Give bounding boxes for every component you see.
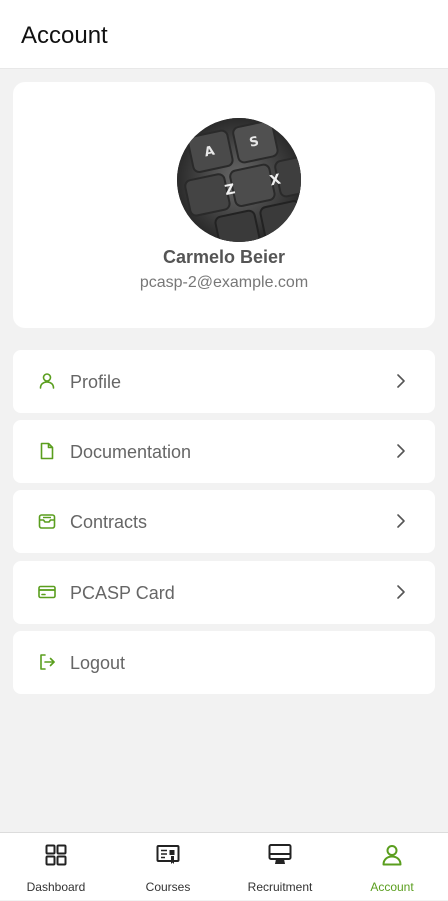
profile-card: A S Z X Carmelo Beier pcasp-2@example.co… <box>13 82 435 328</box>
nav-item-courses[interactable]: Courses <box>112 833 224 901</box>
page-title: Account <box>21 22 108 49</box>
nav-item-recruitment[interactable]: Recruitment <box>224 833 336 901</box>
menu-label: PCASP Card <box>70 583 175 603</box>
person-icon <box>39 373 55 389</box>
menu-item-pcasp-card[interactable]: PCASP Card <box>13 561 435 624</box>
chevron-right-icon <box>397 514 405 528</box>
credit-card-icon <box>38 585 56 599</box>
chevron-right-icon <box>397 374 405 388</box>
nav-label: Recruitment <box>247 880 313 894</box>
grid-icon <box>45 844 67 866</box>
menu-item-documentation[interactable]: Documentation <box>13 420 435 483</box>
user-name: Carmelo Beier <box>162 247 286 267</box>
menu-item-logout[interactable]: Logout <box>13 631 435 694</box>
user-email: pcasp-2@example.com <box>139 274 309 291</box>
avatar-image: A S Z X <box>177 118 301 242</box>
menu-label: Contracts <box>70 512 148 532</box>
avatar[interactable]: A S Z X <box>177 118 301 242</box>
app-header: Account <box>0 0 448 69</box>
menu-item-profile[interactable]: Profile <box>13 350 435 413</box>
menu-item-contracts[interactable]: Contracts <box>13 490 435 553</box>
person-icon <box>382 845 402 866</box>
nav-item-account[interactable]: Account <box>336 833 448 901</box>
archive-icon <box>38 514 56 529</box>
nav-label: Courses <box>145 880 191 894</box>
document-icon <box>40 442 54 460</box>
monitor-icon <box>268 844 292 864</box>
chevron-right-icon <box>397 585 405 599</box>
nav-label: Account <box>370 880 414 894</box>
courses-icon <box>156 845 180 864</box>
bottom-navigation: Dashboard Courses Recruitment Account <box>0 832 448 900</box>
menu-label: Profile <box>70 372 122 392</box>
nav-label: Dashboard <box>26 880 86 894</box>
logout-icon <box>40 654 55 670</box>
menu-label: Logout <box>70 653 126 673</box>
menu-label: Documentation <box>70 442 192 462</box>
chevron-right-icon <box>397 444 405 458</box>
nav-item-dashboard[interactable]: Dashboard <box>0 833 112 901</box>
